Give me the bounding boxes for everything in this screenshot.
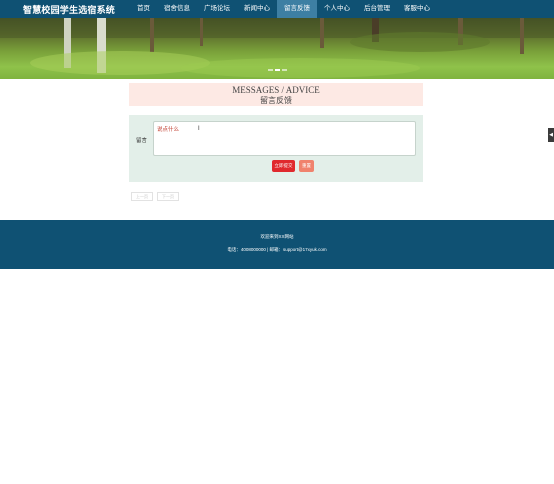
reset-button[interactable]: 重置 <box>299 160 314 172</box>
message-textarea[interactable]: 说点什么 I <box>153 121 416 156</box>
watermark: CSDN @召楠计算机毕设程序 <box>421 473 546 484</box>
carousel-dot[interactable] <box>282 69 287 71</box>
carousel-dot[interactable] <box>268 69 273 71</box>
nav-item-forum[interactable]: 广场论坛 <box>197 0 237 18</box>
nav-item-profile[interactable]: 个人中心 <box>317 0 357 18</box>
nav-item-admin[interactable]: 后台管理 <box>357 0 397 18</box>
footer: 欢迎来到XX网站 电话：4008000000 | 邮箱：support@17xy… <box>0 220 554 484</box>
side-collapse-tab[interactable]: ◀ <box>548 128 554 142</box>
footer-welcome: 欢迎来到XX网站 <box>260 234 294 239</box>
section-title-cn: 留言反馈 <box>260 96 292 105</box>
nav-item-news[interactable]: 新闻中心 <box>237 0 277 18</box>
pagination: 上一页 下一页 <box>131 192 179 201</box>
next-page-button[interactable]: 下一页 <box>157 192 179 201</box>
message-placeholder: 说点什么 <box>157 127 180 133</box>
nav-item-dorm-info[interactable]: 宿舍信息 <box>157 0 197 18</box>
top-navbar: 智慧校园学生选宿系统 首页 宿舍信息 广场论坛 新闻中心 留言反馈 个人中心 后… <box>0 0 554 18</box>
prev-page-button[interactable]: 上一页 <box>131 192 153 201</box>
submit-button[interactable]: 立即提交 <box>272 160 295 172</box>
nav-item-home[interactable]: 首页 <box>130 0 157 18</box>
text-cursor-icon: I <box>198 126 200 132</box>
nav-item-feedback[interactable]: 留言反馈 <box>277 0 317 18</box>
carousel-indicators <box>268 69 287 71</box>
main-nav: 首页 宿舍信息 广场论坛 新闻中心 留言反馈 个人中心 后台管理 客服中心 <box>130 0 437 18</box>
site-title: 智慧校园学生选宿系统 <box>23 5 116 15</box>
section-header: MESSAGES / ADVICE 留言反馈 <box>129 83 423 106</box>
message-label: 留言 <box>136 138 148 144</box>
carousel-dot-active[interactable] <box>275 69 280 71</box>
footer-contact: 电话：4008000000 | 邮箱：support@17xyuk.com <box>227 247 327 252</box>
nav-item-support[interactable]: 客服中心 <box>397 0 437 18</box>
section-title-en: MESSAGES / ADVICE <box>232 85 320 95</box>
banner-carousel <box>0 18 554 79</box>
